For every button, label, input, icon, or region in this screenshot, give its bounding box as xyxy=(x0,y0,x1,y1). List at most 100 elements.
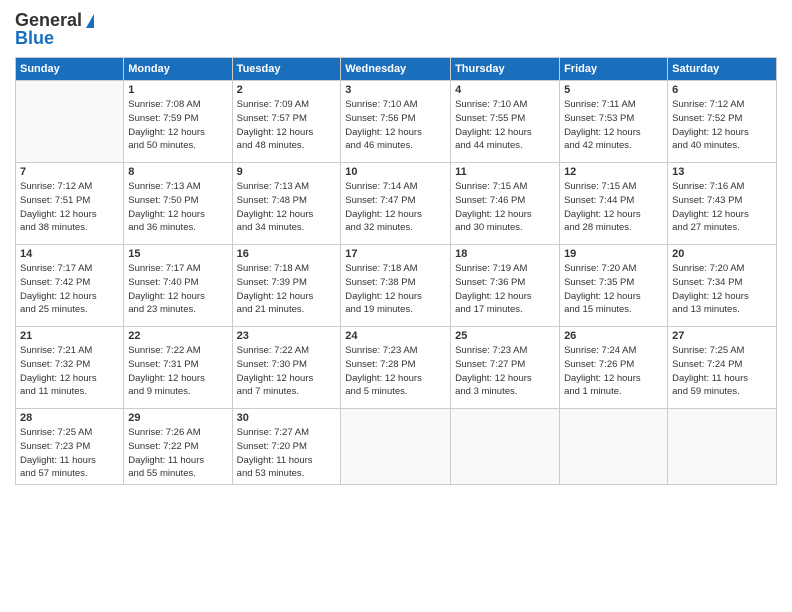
weekday-header-row: SundayMondayTuesdayWednesdayThursdayFrid… xyxy=(16,58,777,81)
calendar-cell: 28 Sunrise: 7:25 AMSunset: 7:23 PMDayligh… xyxy=(16,409,124,485)
day-number: 14 xyxy=(20,248,119,260)
day-number: 26 xyxy=(564,330,663,342)
calendar-cell: 20Sunrise: 7:20 AMSunset: 7:34 PMDayligh… xyxy=(668,245,777,327)
logo: General Blue xyxy=(15,10,94,49)
weekday-header-monday: Monday xyxy=(124,58,232,81)
day-info: Sunrise: 7:20 AMSunset: 7:35 PMDaylight:… xyxy=(564,262,663,317)
day-number: 11 xyxy=(455,166,555,178)
week-row-1: 1 Sunrise: 7:08 AMSunset: 7:59 PMDaylight… xyxy=(16,81,777,163)
calendar-cell: 23 Sunrise: 7:22 AMSunset: 7:30 PMDayligh… xyxy=(232,327,341,409)
calendar-cell xyxy=(560,409,668,485)
day-number: 10 xyxy=(345,166,446,178)
day-info: Sunrise: 7:12 AMSunset: 7:52 PMDaylight:… xyxy=(672,98,772,153)
calendar-cell: 4 Sunrise: 7:10 AMSunset: 7:55 PMDaylight… xyxy=(451,81,560,163)
day-info: Sunrise: 7:25 AMSunset: 7:23 PMDaylight:… xyxy=(20,426,119,481)
day-number: 23 xyxy=(237,330,337,342)
day-number: 28 xyxy=(20,412,119,424)
day-number: 24 xyxy=(345,330,446,342)
weekday-header-thursday: Thursday xyxy=(451,58,560,81)
calendar-cell: 17 Sunrise: 7:18 AMSunset: 7:38 PMDayligh… xyxy=(341,245,451,327)
calendar-cell: 27 Sunrise: 7:25 AMSunset: 7:24 PMDayligh… xyxy=(668,327,777,409)
day-info: Sunrise: 7:18 AMSunset: 7:38 PMDaylight:… xyxy=(345,262,446,317)
calendar-cell: 21 Sunrise: 7:21 AMSunset: 7:32 PMDayligh… xyxy=(16,327,124,409)
weekday-header-sunday: Sunday xyxy=(16,58,124,81)
calendar-cell: 2Sunrise: 7:09 AMSunset: 7:57 PMDaylight… xyxy=(232,81,341,163)
calendar-cell: 9 Sunrise: 7:13 AMSunset: 7:48 PMDaylight… xyxy=(232,163,341,245)
day-number: 3 xyxy=(345,84,446,96)
calendar-cell: 12 Sunrise: 7:15 AMSunset: 7:44 PMDayligh… xyxy=(560,163,668,245)
week-row-2: 7 Sunrise: 7:12 AMSunset: 7:51 PMDaylight… xyxy=(16,163,777,245)
day-info: Sunrise: 7:13 AMSunset: 7:48 PMDaylight:… xyxy=(237,180,337,235)
weekday-header-friday: Friday xyxy=(560,58,668,81)
calendar-cell: 7 Sunrise: 7:12 AMSunset: 7:51 PMDaylight… xyxy=(16,163,124,245)
calendar-cell: 15 Sunrise: 7:17 AMSunset: 7:40 PMDayligh… xyxy=(124,245,232,327)
day-info: Sunrise: 7:15 AMSunset: 7:44 PMDaylight:… xyxy=(564,180,663,235)
calendar-cell: 24 Sunrise: 7:23 AMSunset: 7:28 PMDayligh… xyxy=(341,327,451,409)
calendar-cell: 19 Sunrise: 7:20 AMSunset: 7:35 PMDayligh… xyxy=(560,245,668,327)
calendar-cell: 1 Sunrise: 7:08 AMSunset: 7:59 PMDaylight… xyxy=(124,81,232,163)
week-row-4: 21 Sunrise: 7:21 AMSunset: 7:32 PMDayligh… xyxy=(16,327,777,409)
day-info: Sunrise: 7:13 AMSunset: 7:50 PMDaylight:… xyxy=(128,180,227,235)
day-number: 18 xyxy=(455,248,555,260)
day-number: 20 xyxy=(672,248,772,260)
day-info: Sunrise: 7:12 AMSunset: 7:51 PMDaylight:… xyxy=(20,180,119,235)
day-info: Sunrise: 7:23 AMSunset: 7:27 PMDaylight:… xyxy=(455,344,555,399)
day-number: 12 xyxy=(564,166,663,178)
day-number: 22 xyxy=(128,330,227,342)
day-info: Sunrise: 7:23 AMSunset: 7:28 PMDaylight:… xyxy=(345,344,446,399)
calendar-cell: 30Sunrise: 7:27 AMSunset: 7:20 PMDayligh… xyxy=(232,409,341,485)
day-info: Sunrise: 7:18 AMSunset: 7:39 PMDaylight:… xyxy=(237,262,337,317)
day-number: 27 xyxy=(672,330,772,342)
day-info: Sunrise: 7:21 AMSunset: 7:32 PMDaylight:… xyxy=(20,344,119,399)
day-number: 9 xyxy=(237,166,337,178)
calendar-cell: 5 Sunrise: 7:11 AMSunset: 7:53 PMDaylight… xyxy=(560,81,668,163)
day-info: Sunrise: 7:19 AMSunset: 7:36 PMDaylight:… xyxy=(455,262,555,317)
calendar-cell xyxy=(341,409,451,485)
calendar-cell: 16 Sunrise: 7:18 AMSunset: 7:39 PMDayligh… xyxy=(232,245,341,327)
week-row-3: 14 Sunrise: 7:17 AMSunset: 7:42 PMDayligh… xyxy=(16,245,777,327)
day-info: Sunrise: 7:11 AMSunset: 7:53 PMDaylight:… xyxy=(564,98,663,153)
day-number: 29 xyxy=(128,412,227,424)
logo-triangle-icon xyxy=(86,14,94,28)
day-number: 16 xyxy=(237,248,337,260)
day-number: 21 xyxy=(20,330,119,342)
day-number: 6 xyxy=(672,84,772,96)
day-number: 1 xyxy=(128,84,227,96)
calendar-cell: 22 Sunrise: 7:22 AMSunset: 7:31 PMDayligh… xyxy=(124,327,232,409)
header: General Blue xyxy=(15,10,777,49)
day-info: Sunrise: 7:09 AMSunset: 7:57 PMDaylight:… xyxy=(237,98,337,153)
day-number: 13 xyxy=(672,166,772,178)
day-info: Sunrise: 7:22 AMSunset: 7:31 PMDaylight:… xyxy=(128,344,227,399)
day-number: 15 xyxy=(128,248,227,260)
day-number: 4 xyxy=(455,84,555,96)
day-info: Sunrise: 7:25 AMSunset: 7:24 PMDaylight:… xyxy=(672,344,772,399)
day-number: 5 xyxy=(564,84,663,96)
day-info: Sunrise: 7:10 AMSunset: 7:55 PMDaylight:… xyxy=(455,98,555,153)
day-info: Sunrise: 7:26 AMSunset: 7:22 PMDaylight:… xyxy=(128,426,227,481)
day-info: Sunrise: 7:17 AMSunset: 7:40 PMDaylight:… xyxy=(128,262,227,317)
calendar-cell xyxy=(451,409,560,485)
day-info: Sunrise: 7:27 AMSunset: 7:20 PMDaylight:… xyxy=(237,426,337,481)
calendar-cell: 11 Sunrise: 7:15 AMSunset: 7:46 PMDayligh… xyxy=(451,163,560,245)
day-number: 17 xyxy=(345,248,446,260)
day-number: 7 xyxy=(20,166,119,178)
calendar-cell: 29 Sunrise: 7:26 AMSunset: 7:22 PMDayligh… xyxy=(124,409,232,485)
day-info: Sunrise: 7:22 AMSunset: 7:30 PMDaylight:… xyxy=(237,344,337,399)
calendar-table: SundayMondayTuesdayWednesdayThursdayFrid… xyxy=(15,57,777,485)
weekday-header-wednesday: Wednesday xyxy=(341,58,451,81)
weekday-header-saturday: Saturday xyxy=(668,58,777,81)
day-info: Sunrise: 7:15 AMSunset: 7:46 PMDaylight:… xyxy=(455,180,555,235)
calendar-cell: 8 Sunrise: 7:13 AMSunset: 7:50 PMDaylight… xyxy=(124,163,232,245)
week-row-5: 28 Sunrise: 7:25 AMSunset: 7:23 PMDayligh… xyxy=(16,409,777,485)
day-info: Sunrise: 7:08 AMSunset: 7:59 PMDaylight:… xyxy=(128,98,227,153)
calendar-cell: 26Sunrise: 7:24 AMSunset: 7:26 PMDayligh… xyxy=(560,327,668,409)
calendar-cell: 3 Sunrise: 7:10 AMSunset: 7:56 PMDaylight… xyxy=(341,81,451,163)
weekday-header-tuesday: Tuesday xyxy=(232,58,341,81)
day-info: Sunrise: 7:10 AMSunset: 7:56 PMDaylight:… xyxy=(345,98,446,153)
day-number: 19 xyxy=(564,248,663,260)
day-number: 8 xyxy=(128,166,227,178)
calendar-cell: 6 Sunrise: 7:12 AMSunset: 7:52 PMDaylight… xyxy=(668,81,777,163)
day-number: 25 xyxy=(455,330,555,342)
day-info: Sunrise: 7:17 AMSunset: 7:42 PMDaylight:… xyxy=(20,262,119,317)
page: General Blue SundayMondayTuesdayWednesda… xyxy=(0,0,792,612)
